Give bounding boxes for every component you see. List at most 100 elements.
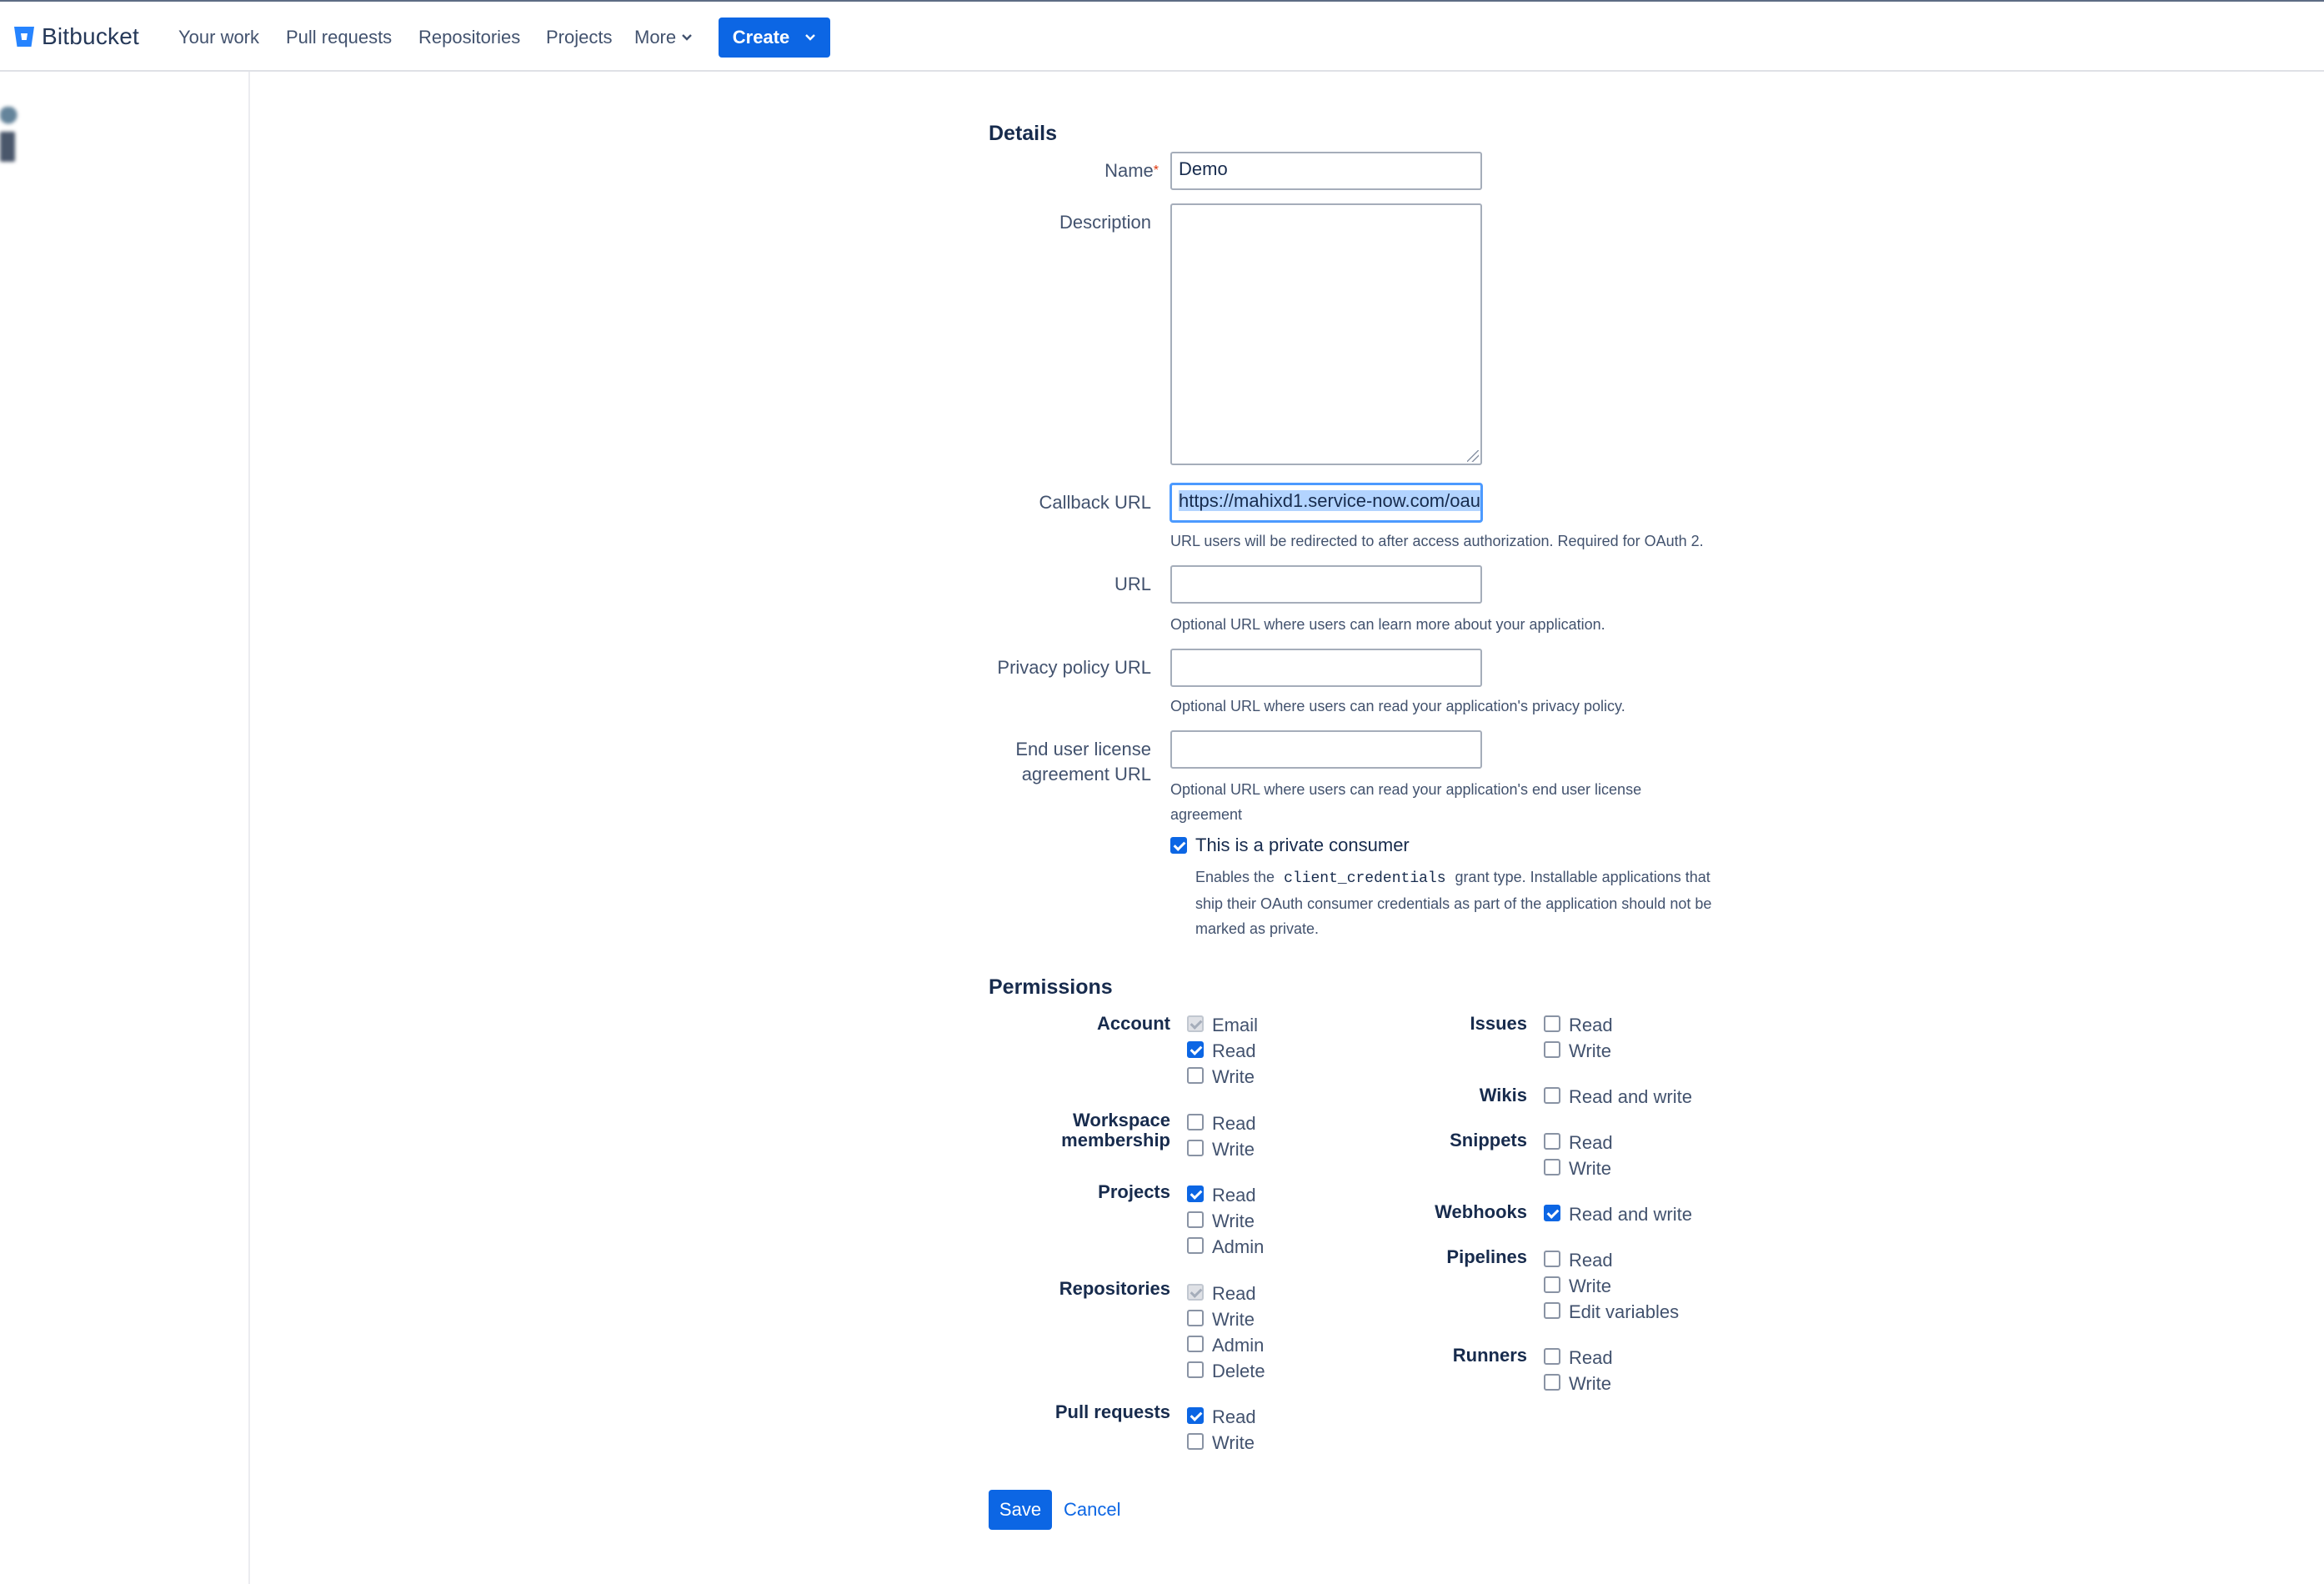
repositories-delete-label[interactable]: Delete bbox=[1212, 1360, 1265, 1383]
workspace-label-line2: membership bbox=[1061, 1130, 1170, 1150]
name-label: Name* bbox=[992, 158, 1159, 183]
url-label: URL bbox=[1114, 574, 1151, 594]
eula-url-help: Optional URL where users can read your a… bbox=[1170, 781, 1642, 823]
account-read-label[interactable]: Read bbox=[1212, 1040, 1256, 1063]
resize-handle-icon[interactable] bbox=[1467, 450, 1479, 462]
details-heading: Details bbox=[989, 122, 1057, 145]
pull-requests-read-label[interactable]: Read bbox=[1212, 1406, 1256, 1429]
repositories-read-checkbox bbox=[1187, 1284, 1204, 1301]
runners-write-label[interactable]: Write bbox=[1569, 1372, 1611, 1396]
pull-requests-write-checkbox[interactable] bbox=[1187, 1433, 1204, 1450]
account-write-checkbox[interactable] bbox=[1187, 1067, 1204, 1084]
create-label: Create bbox=[732, 27, 790, 48]
private-consumer-label[interactable]: This is a private consumer bbox=[1195, 834, 1410, 857]
workspace-avatar[interactable] bbox=[0, 107, 50, 165]
name-value: Demo bbox=[1179, 158, 1228, 179]
snippets-write-checkbox[interactable] bbox=[1544, 1159, 1560, 1175]
top-navigation: Bitbucket Your work Pull requests Reposi… bbox=[0, 2, 2324, 72]
snippets-read-label[interactable]: Read bbox=[1569, 1131, 1613, 1155]
workspace-label-line1: Workspace bbox=[1073, 1110, 1170, 1130]
workspace-read-checkbox[interactable] bbox=[1187, 1114, 1204, 1130]
callback-url-value: https://mahixd1.service-now.com/oau bbox=[1179, 490, 1480, 511]
brand-name: Bitbucket bbox=[42, 23, 139, 49]
projects-read-checkbox[interactable] bbox=[1187, 1185, 1204, 1202]
nav-pull-requests[interactable]: Pull requests bbox=[286, 27, 392, 48]
pipelines-edit-variables-checkbox[interactable] bbox=[1544, 1302, 1560, 1319]
url-input[interactable] bbox=[1170, 565, 1482, 604]
save-button[interactable]: Save bbox=[989, 1490, 1052, 1530]
pull-requests-write-label[interactable]: Write bbox=[1212, 1431, 1255, 1455]
wikis-read-write-label[interactable]: Read and write bbox=[1569, 1085, 1692, 1109]
issues-write-checkbox[interactable] bbox=[1544, 1041, 1560, 1058]
projects-admin-checkbox[interactable] bbox=[1187, 1237, 1204, 1254]
client-credentials-code: client_credentials bbox=[1284, 870, 1446, 887]
issues-write-label[interactable]: Write bbox=[1569, 1040, 1611, 1063]
pipelines-edit-variables-label[interactable]: Edit variables bbox=[1569, 1301, 1679, 1324]
bitbucket-icon bbox=[14, 27, 34, 47]
description-label: Description bbox=[1059, 212, 1151, 233]
eula-label-line1: End user license bbox=[1015, 739, 1151, 759]
runners-write-checkbox[interactable] bbox=[1544, 1374, 1560, 1391]
eula-url-label: End user license agreement URL bbox=[984, 737, 1151, 787]
nav-more[interactable]: More bbox=[634, 27, 693, 48]
privacy-url-help: Optional URL where users can read your a… bbox=[1170, 698, 1625, 714]
webhooks-read-write-checkbox[interactable] bbox=[1544, 1205, 1560, 1221]
snippets-read-checkbox[interactable] bbox=[1544, 1133, 1560, 1150]
account-write-label[interactable]: Write bbox=[1212, 1065, 1255, 1089]
repositories-admin-label[interactable]: Admin bbox=[1212, 1334, 1264, 1357]
repositories-read-label: Read bbox=[1212, 1283, 1256, 1304]
nav-repositories[interactable]: Repositories bbox=[418, 27, 520, 48]
chevron-down-icon bbox=[805, 34, 816, 41]
workspace-write-label[interactable]: Write bbox=[1212, 1138, 1255, 1161]
webhooks-read-write-label[interactable]: Read and write bbox=[1569, 1203, 1692, 1226]
runners-read-label[interactable]: Read bbox=[1569, 1346, 1613, 1370]
pull-requests-read-checkbox[interactable] bbox=[1187, 1407, 1204, 1424]
private-help-pre: Enables the bbox=[1195, 869, 1275, 885]
eula-url-input[interactable] bbox=[1170, 730, 1482, 769]
workspace-write-checkbox[interactable] bbox=[1187, 1140, 1204, 1156]
repositories-write-checkbox[interactable] bbox=[1187, 1310, 1204, 1326]
pipelines-read-checkbox[interactable] bbox=[1544, 1251, 1560, 1267]
issues-read-checkbox[interactable] bbox=[1544, 1015, 1560, 1032]
account-email-label: Email bbox=[1212, 1015, 1259, 1035]
snippets-write-label[interactable]: Write bbox=[1569, 1157, 1611, 1180]
repositories-delete-checkbox[interactable] bbox=[1187, 1361, 1204, 1378]
account-read-checkbox[interactable] bbox=[1187, 1041, 1204, 1058]
callback-url-label: Callback URL bbox=[1039, 492, 1152, 513]
sidebar bbox=[0, 72, 250, 1584]
private-consumer-checkbox[interactable] bbox=[1170, 837, 1187, 854]
perm-repositories-label: Repositories bbox=[1059, 1278, 1170, 1299]
perm-workspace-label: Workspace membership bbox=[1000, 1110, 1170, 1150]
required-mark: * bbox=[1153, 163, 1159, 178]
name-input[interactable]: Demo bbox=[1170, 152, 1482, 190]
callback-url-input[interactable]: https://mahixd1.service-now.com/oau bbox=[1170, 484, 1482, 522]
pipelines-write-label[interactable]: Write bbox=[1569, 1275, 1611, 1298]
wikis-read-write-checkbox[interactable] bbox=[1544, 1087, 1560, 1104]
callback-url-help: URL users will be redirected to after ac… bbox=[1170, 533, 1704, 549]
repositories-admin-checkbox[interactable] bbox=[1187, 1336, 1204, 1352]
issues-read-label[interactable]: Read bbox=[1569, 1014, 1613, 1037]
perm-snippets-label: Snippets bbox=[1450, 1130, 1527, 1150]
workspace-read-label[interactable]: Read bbox=[1212, 1112, 1256, 1135]
projects-write-label[interactable]: Write bbox=[1212, 1210, 1255, 1233]
pipelines-read-label[interactable]: Read bbox=[1569, 1249, 1613, 1272]
projects-read-label[interactable]: Read bbox=[1212, 1184, 1256, 1207]
cancel-link[interactable]: Cancel bbox=[1064, 1499, 1120, 1521]
create-button[interactable]: Create bbox=[719, 18, 830, 58]
nav-your-work[interactable]: Your work bbox=[178, 27, 259, 48]
pipelines-write-checkbox[interactable] bbox=[1544, 1276, 1560, 1293]
runners-read-checkbox[interactable] bbox=[1544, 1348, 1560, 1365]
projects-admin-label[interactable]: Admin bbox=[1212, 1236, 1264, 1259]
permissions-heading: Permissions bbox=[989, 975, 1113, 999]
bitbucket-logo[interactable]: Bitbucket bbox=[13, 23, 139, 50]
perm-pipelines-label: Pipelines bbox=[1446, 1246, 1527, 1267]
perm-projects-label: Projects bbox=[1098, 1181, 1170, 1202]
privacy-url-input[interactable] bbox=[1170, 649, 1482, 687]
privacy-url-label: Privacy policy URL bbox=[997, 657, 1151, 678]
perm-runners-label: Runners bbox=[1452, 1345, 1527, 1366]
perm-wikis-label: Wikis bbox=[1479, 1085, 1527, 1105]
description-textarea[interactable] bbox=[1170, 203, 1482, 465]
projects-write-checkbox[interactable] bbox=[1187, 1211, 1204, 1228]
nav-projects[interactable]: Projects bbox=[546, 27, 612, 48]
repositories-write-label[interactable]: Write bbox=[1212, 1308, 1255, 1331]
